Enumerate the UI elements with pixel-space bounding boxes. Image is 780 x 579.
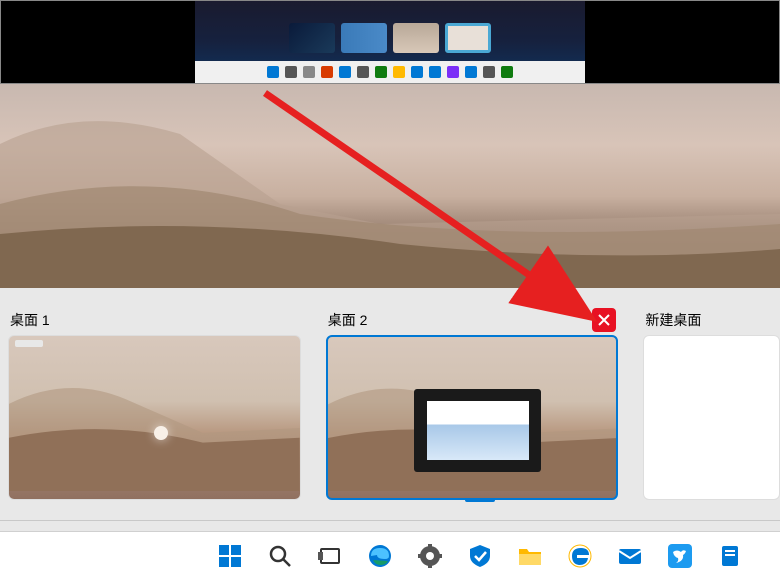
edge-legacy-button[interactable]	[566, 542, 594, 570]
mini-thumb	[393, 23, 439, 53]
start-button[interactable]	[216, 542, 244, 570]
task-view-icon	[317, 543, 343, 569]
edge-button[interactable]	[366, 542, 394, 570]
virtual-desktops-list: 桌面 1 桌面 2	[8, 305, 780, 500]
mini-taskbar	[195, 61, 585, 83]
mail-button[interactable]	[616, 542, 644, 570]
active-desktop-indicator	[465, 498, 495, 502]
window-preview	[414, 389, 541, 473]
mini-desktop-thumbnails	[195, 23, 585, 53]
window-content-preview	[195, 0, 585, 83]
desktop-label[interactable]: 桌面 2	[328, 310, 368, 330]
desktop-card-2[interactable]: 桌面 2	[326, 305, 619, 500]
mini-thumb	[289, 23, 335, 53]
desktop-thumbnail[interactable]	[326, 335, 619, 500]
gear-icon	[417, 543, 443, 569]
folder-icon	[517, 543, 543, 569]
desktop-wallpaper	[0, 84, 780, 288]
sun-icon	[154, 426, 168, 440]
edge-icon	[367, 543, 393, 569]
active-window-preview	[0, 0, 780, 84]
taskbar-divider	[0, 520, 780, 521]
close-icon	[597, 313, 611, 327]
edge-legacy-icon	[567, 543, 593, 569]
settings-button[interactable]	[416, 542, 444, 570]
close-desktop-button[interactable]	[592, 308, 616, 332]
files-icon	[717, 543, 743, 569]
security-button[interactable]	[466, 542, 494, 570]
mini-thumb	[341, 23, 387, 53]
search-icon	[267, 543, 293, 569]
new-desktop-card[interactable]: 新建桌面	[643, 305, 780, 500]
bird-app-button[interactable]	[666, 542, 694, 570]
bird-icon	[667, 543, 693, 569]
taskbar	[0, 531, 780, 579]
files-app-button[interactable]	[716, 542, 744, 570]
mail-icon	[617, 543, 643, 569]
mini-thumb-selected	[445, 23, 491, 53]
desktop-label[interactable]: 桌面 1	[10, 310, 50, 330]
task-view-button[interactable]	[316, 542, 344, 570]
desktop-widget	[15, 340, 43, 347]
file-explorer-button[interactable]	[516, 542, 544, 570]
desktop-thumbnail[interactable]	[8, 335, 301, 500]
desktop-card-1[interactable]: 桌面 1	[8, 305, 301, 500]
new-desktop-label: 新建桌面	[645, 310, 701, 330]
new-desktop-thumbnail[interactable]	[643, 335, 780, 500]
search-button[interactable]	[266, 542, 294, 570]
shield-icon	[467, 543, 493, 569]
